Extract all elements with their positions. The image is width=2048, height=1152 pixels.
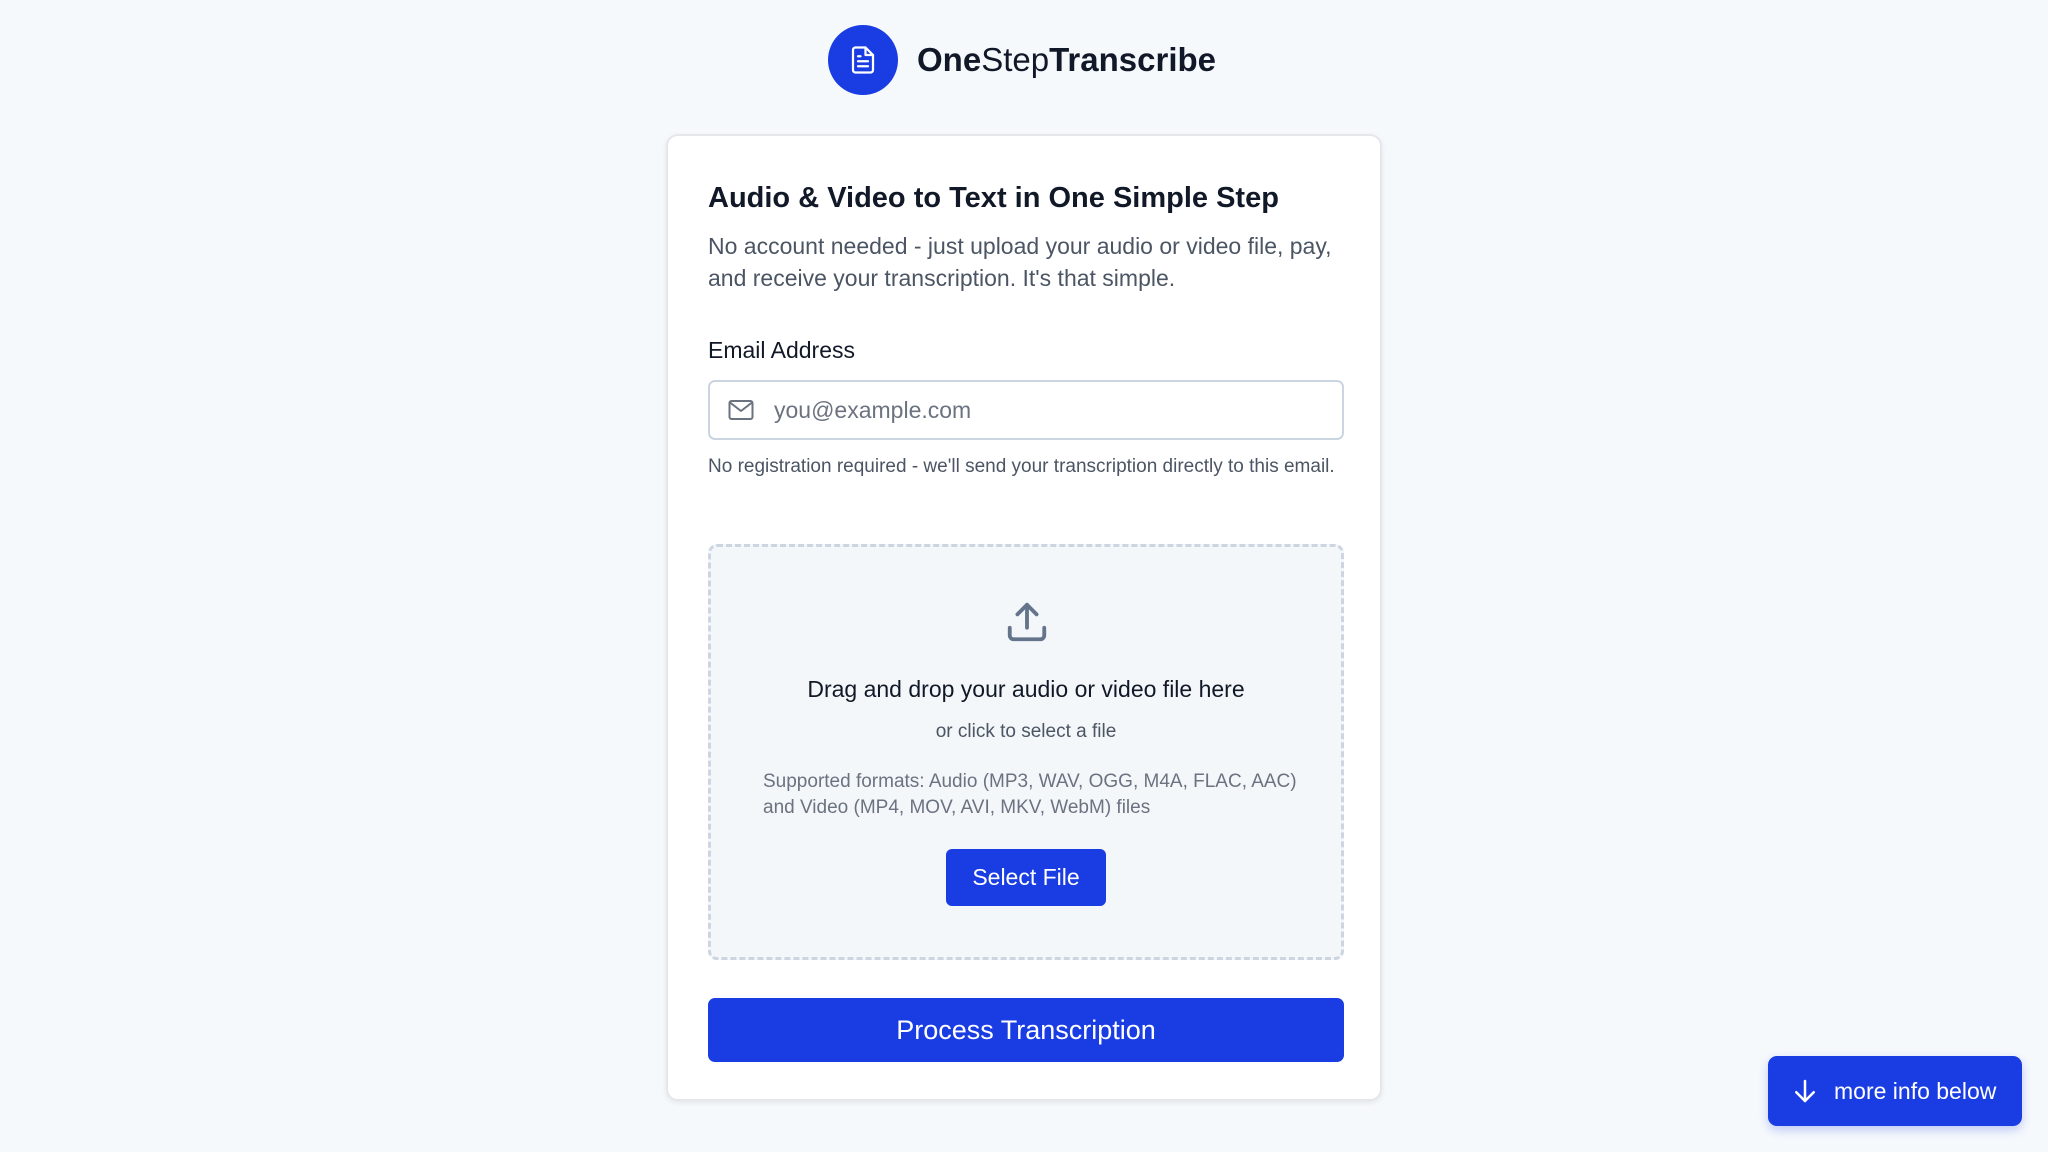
email-input[interactable] — [774, 382, 1334, 438]
email-label: Email Address — [708, 337, 856, 363]
email-help-text: No registration required - we'll send yo… — [708, 456, 1335, 477]
email-field[interactable] — [708, 380, 1344, 440]
upload-card: Audio & Video to Text in One Simple Step… — [666, 134, 1382, 1101]
brand-part-transcribe: Transcribe — [1049, 41, 1216, 78]
upload-icon — [1007, 602, 1047, 642]
document-icon — [828, 25, 898, 95]
brand-name: OneStepTranscribe — [917, 25, 1216, 95]
mail-icon — [728, 400, 754, 420]
arrow-down-icon — [1795, 1079, 1815, 1103]
dropzone-title: Drag and drop your audio or video file h… — [807, 676, 1245, 702]
dropzone-subtitle: or click to select a file — [935, 721, 1117, 742]
file-dropzone[interactable]: Drag and drop your audio or video file h… — [708, 544, 1344, 960]
card-description: No account needed - just upload your aud… — [708, 233, 1332, 291]
select-file-button[interactable]: Select File — [946, 849, 1106, 906]
more-info-button[interactable]: more info below — [1768, 1056, 2022, 1126]
supported-formats: Supported formats: Audio (MP3, WAV, OGG,… — [763, 771, 1297, 818]
more-info-label: more info below — [1834, 1077, 1997, 1104]
card-title: Audio & Video to Text in One Simple Step — [708, 182, 1279, 214]
process-transcription-button[interactable]: Process Transcription — [708, 998, 1344, 1062]
header: OneStepTranscribe — [828, 25, 1216, 95]
brand-part-step: Step — [981, 41, 1050, 78]
brand-part-one: One — [917, 41, 982, 78]
